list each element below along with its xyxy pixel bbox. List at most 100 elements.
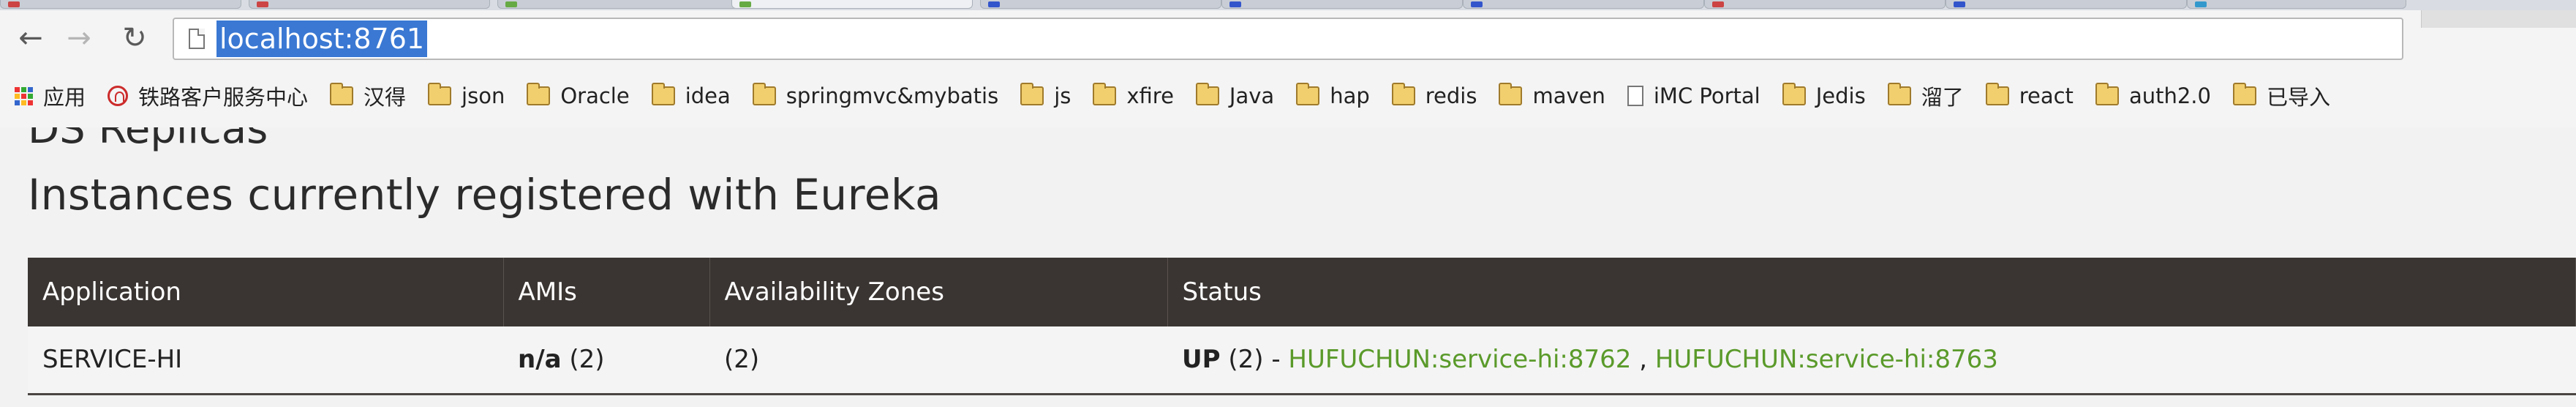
bookmark-label: 已导入 <box>2266 85 2330 110</box>
folder-icon <box>1296 83 1320 105</box>
bookmark-label: 应用 <box>43 85 86 110</box>
arrow-right-icon: → <box>67 21 91 55</box>
reload-button[interactable]: ↻ <box>117 20 152 56</box>
tab-favicon-icon <box>1954 1 1965 7</box>
amis-cell: n/a (2) <box>503 326 709 395</box>
section-title: Instances currently registered with Eure… <box>28 170 942 220</box>
browser-tab-active[interactable] <box>731 0 973 9</box>
bookmark-label: iMC Portal <box>1653 83 1760 108</box>
page-icon <box>189 29 205 49</box>
folder-icon <box>2232 83 2256 105</box>
tab-favicon-icon <box>1229 1 1241 7</box>
folder-icon <box>1887 83 1911 105</box>
bookmark-folder[interactable]: redis <box>1391 83 1477 108</box>
browser-toolbar: ← → ↻ localhost:8761 <box>0 10 2576 64</box>
folder-icon <box>527 83 551 105</box>
instance-link[interactable]: HUFUCHUN:service-hi:8763 <box>1655 345 1998 374</box>
bookmark-folder[interactable]: json <box>428 83 505 108</box>
bookmark-folder[interactable]: 汉得 <box>330 81 406 111</box>
browser-tab[interactable] <box>1221 0 1463 9</box>
bookmark-folder[interactable]: hap <box>1296 83 1370 108</box>
bookmark-label: 溜了 <box>1921 85 1964 110</box>
bookmark-label: springmvc&mybatis <box>786 83 999 108</box>
bookmark-folder[interactable]: 已导入 <box>2232 81 2330 111</box>
tab-favicon-icon <box>2195 1 2207 7</box>
reload-icon: ↻ <box>122 21 147 55</box>
bookmark-folder[interactable]: js <box>1020 83 1071 108</box>
column-header-application: Application <box>28 258 504 326</box>
folder-icon <box>2095 83 2119 105</box>
tab-favicon-icon <box>739 1 751 7</box>
instance-link[interactable]: HUFUCHUN:service-hi:8762 <box>1288 345 1631 374</box>
column-header-amis: AMIs <box>503 258 710 326</box>
window-controls <box>2421 10 2576 28</box>
browser-tab[interactable] <box>0 0 241 9</box>
tab-favicon-icon <box>505 1 517 7</box>
ds-replicas-heading: DS Replicas <box>28 127 268 153</box>
folder-icon <box>1195 83 1219 105</box>
bookmark-label: 铁路客户服务中心 <box>138 85 309 110</box>
address-bar[interactable]: localhost:8761 <box>173 18 2403 60</box>
folder-icon <box>1093 83 1117 105</box>
bookmark-label: maven <box>1532 83 1605 108</box>
folder-icon <box>1020 83 1044 105</box>
document-icon <box>1627 86 1643 106</box>
instances-table: Application AMIs Availability Zones Stat… <box>28 258 2576 395</box>
bookmark-folder[interactable]: auth2.0 <box>2095 83 2211 108</box>
bookmark-label: Oracle <box>560 83 630 108</box>
folder-icon <box>330 83 354 105</box>
bookmark-label: react <box>2019 83 2074 108</box>
bookmark-label: 汉得 <box>364 85 407 110</box>
folder-icon <box>1985 83 2009 105</box>
browser-tab[interactable] <box>1946 0 2187 9</box>
folder-icon <box>428 83 452 105</box>
tab-favicon-icon <box>1471 1 1483 7</box>
tab-favicon-icon <box>988 1 1000 7</box>
bookmark-apps[interactable]: 应用 <box>15 81 86 111</box>
bookmark-label: Java <box>1229 83 1275 108</box>
browser-tab[interactable] <box>249 0 490 9</box>
bookmark-label: js <box>1054 83 1072 108</box>
tab-strip <box>0 0 2576 11</box>
table-row: SERVICE-HI n/a (2) (2) UP (2) - HUFUCHUN… <box>28 326 2576 395</box>
bookmark-railway[interactable]: 铁路客户服务中心 <box>108 81 308 111</box>
tab-favicon-icon <box>1712 1 1724 7</box>
bookmark-folder[interactable]: Jedis <box>1782 83 1866 108</box>
bookmark-folder[interactable]: xfire <box>1093 83 1174 108</box>
amis-count: (2) <box>569 345 605 375</box>
bookmarks-bar: 应用 铁路客户服务中心 汉得 json Oracle idea springmv… <box>0 64 2576 127</box>
browser-tab[interactable] <box>980 0 1221 9</box>
folder-icon <box>651 83 675 105</box>
bookmark-folder[interactable]: maven <box>1499 83 1605 108</box>
back-button[interactable]: ← <box>13 20 48 56</box>
bookmark-label: Jedis <box>1815 83 1866 108</box>
tab-favicon-icon <box>8 1 20 7</box>
status-state: UP <box>1182 345 1221 375</box>
bookmark-label: auth2.0 <box>2128 83 2211 108</box>
folder-icon <box>1782 83 1806 105</box>
forward-button[interactable]: → <box>61 20 97 56</box>
bookmark-label: hap <box>1330 83 1370 108</box>
page-content: DS Replicas Instances currently register… <box>0 127 2576 407</box>
column-header-availability-zones: Availability Zones <box>709 258 1168 326</box>
bookmark-page[interactable]: iMC Portal <box>1627 83 1760 108</box>
folder-icon <box>1391 83 1415 105</box>
browser-tab[interactable] <box>1463 0 1704 9</box>
browser-tab[interactable] <box>497 0 739 9</box>
browser-tab[interactable] <box>2187 0 2406 9</box>
bookmark-label: redis <box>1425 83 1477 108</box>
bookmark-folder[interactable]: 溜了 <box>1887 81 1964 111</box>
bookmark-folder[interactable]: springmvc&mybatis <box>752 83 999 108</box>
folder-icon <box>752 83 776 105</box>
bookmark-label: xfire <box>1126 83 1174 108</box>
bookmark-folder[interactable]: react <box>1985 83 2074 108</box>
bookmark-folder[interactable]: idea <box>651 83 731 108</box>
table-header-row: Application AMIs Availability Zones Stat… <box>28 258 2576 326</box>
folder-icon <box>1499 83 1523 105</box>
bookmark-folder[interactable]: Java <box>1195 83 1275 108</box>
bookmark-folder[interactable]: Oracle <box>527 83 630 108</box>
url-text[interactable]: localhost:8761 <box>216 20 428 57</box>
link-separator: , <box>1639 345 1648 375</box>
browser-tab[interactable] <box>1704 0 1946 9</box>
status-cell: UP (2) - HUFUCHUN:service-hi:8762 , HUFU… <box>1167 326 2576 395</box>
